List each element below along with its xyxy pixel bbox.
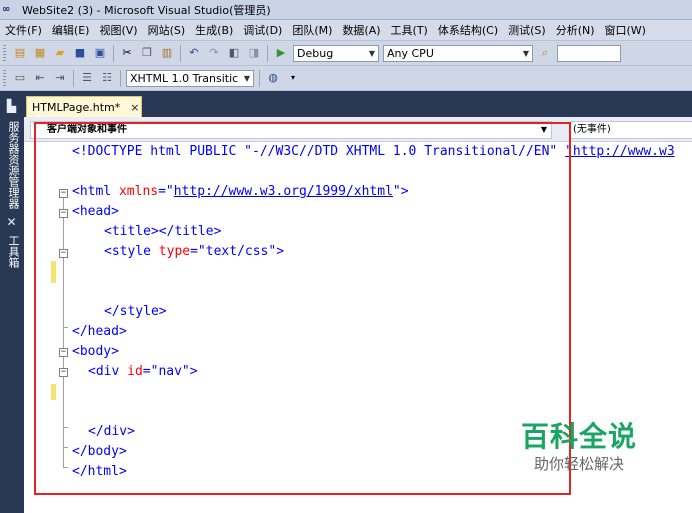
- toolbox-icon[interactable]: ✕: [4, 215, 19, 229]
- copy-icon[interactable]: ❐: [139, 45, 155, 61]
- menu-data[interactable]: 数据(A): [337, 22, 385, 38]
- watermark: 百科全说 助你轻松解决: [515, 420, 643, 474]
- window-title: WebSite2 (3) - Microsoft Visual Studio(管…: [22, 3, 271, 17]
- add-item-icon[interactable]: ▦: [32, 45, 48, 61]
- menu-analyze[interactable]: 分析(N): [551, 22, 600, 38]
- menu-debug[interactable]: 调试(D): [238, 22, 287, 38]
- menu-window[interactable]: 窗口(W): [600, 22, 651, 38]
- menu-build[interactable]: 生成(B): [190, 22, 238, 38]
- html-source-toolbar: ▭ ⇤ ⇥ ☰ ☷ XHTML 1.0 Transitic ▼ ◍ ▾: [0, 66, 692, 91]
- menu-test[interactable]: 测试(S): [503, 22, 551, 38]
- toolbox-tab[interactable]: 工具箱: [5, 231, 20, 271]
- new-project-icon[interactable]: ▤: [12, 45, 28, 61]
- menu-team[interactable]: 团队(M): [287, 22, 337, 38]
- watermark-subtitle: 助你轻松解决: [533, 455, 624, 473]
- find-in-files-icon[interactable]: ⌕: [537, 45, 553, 61]
- toolbar-separator: [120, 69, 121, 87]
- toolbar-separator: [267, 44, 268, 62]
- navigate-forward-icon[interactable]: ◨: [246, 45, 262, 61]
- validation-schema-select[interactable]: XHTML 1.0 Transitic ▼: [126, 69, 254, 87]
- cut-icon[interactable]: ✂: [119, 45, 135, 61]
- events-value: (无事件): [573, 124, 611, 135]
- highlight-rectangle: [34, 122, 571, 495]
- uncomment-icon[interactable]: ☷: [99, 70, 115, 86]
- menu-tools[interactable]: 工具(T): [386, 22, 433, 38]
- save-all-icon[interactable]: ▣: [92, 45, 108, 61]
- check-accessibility-icon[interactable]: ◍: [265, 70, 281, 86]
- solution-configuration-select[interactable]: Debug ▼: [293, 44, 379, 62]
- toolbar-grip[interactable]: [3, 44, 6, 62]
- menu-edit[interactable]: 编辑(E): [47, 22, 95, 38]
- menu-bar: 文件(F) 编辑(E) 视图(V) 网站(S) 生成(B) 调试(D) 团队(M…: [0, 20, 692, 41]
- comment-icon[interactable]: ☰: [79, 70, 95, 86]
- solution-platform-select[interactable]: Any CPU ▼: [383, 44, 533, 62]
- format-selection-icon[interactable]: ▭: [12, 70, 28, 86]
- decrease-indent-icon[interactable]: ⇤: [32, 70, 48, 86]
- redo-icon[interactable]: ↷: [206, 45, 222, 61]
- toolbar-grip[interactable]: [3, 69, 6, 87]
- paste-icon[interactable]: ▥: [159, 45, 175, 61]
- open-file-icon[interactable]: ▰: [52, 45, 68, 61]
- tab-htmlpage[interactable]: HTMLPage.htm* ×: [26, 96, 142, 117]
- doctype-url[interactable]: "http://www.w3: [565, 144, 675, 159]
- left-dock-sidebar: ▙ 服务器资源管理器 ✕ 工具箱: [0, 91, 24, 513]
- toolbar-separator: [73, 69, 74, 87]
- increase-indent-icon[interactable]: ⇥: [52, 70, 68, 86]
- close-tab-icon[interactable]: ×: [130, 101, 139, 114]
- toolbar-separator: [259, 69, 260, 87]
- chevron-down-icon: ▼: [522, 48, 529, 58]
- events-select[interactable]: (无事件): [570, 121, 692, 139]
- find-input[interactable]: [557, 44, 621, 62]
- toolbar-separator: [113, 44, 114, 62]
- document-tab-strip: HTMLPage.htm* ×: [24, 91, 692, 117]
- solution-configuration-value: Debug: [297, 46, 334, 60]
- save-icon[interactable]: ■: [72, 45, 88, 61]
- navigate-backward-icon[interactable]: ◧: [226, 45, 242, 61]
- start-debugging-icon[interactable]: ▶: [273, 45, 289, 61]
- menu-file[interactable]: 文件(F): [0, 22, 47, 38]
- visual-studio-logo-icon: ∞: [2, 3, 10, 15]
- chevron-down-icon: ▼: [243, 73, 250, 83]
- server-explorer-icon[interactable]: ▙: [4, 99, 19, 113]
- tab-label: HTMLPage.htm*: [32, 100, 121, 114]
- undo-icon[interactable]: ↶: [186, 45, 202, 61]
- menu-website[interactable]: 网站(S): [143, 22, 191, 38]
- title-bar: ∞ WebSite2 (3) - Microsoft Visual Studio…: [0, 0, 692, 20]
- toolbar-options-icon[interactable]: ▾: [285, 70, 301, 86]
- chevron-down-icon: ▼: [368, 48, 375, 58]
- validation-schema-value: XHTML 1.0 Transitic: [130, 71, 239, 85]
- solution-platform-value: Any CPU: [387, 46, 434, 60]
- server-explorer-tab[interactable]: 服务器资源管理器: [5, 115, 20, 215]
- menu-view[interactable]: 视图(V): [94, 22, 142, 38]
- toolbar-separator: [180, 44, 181, 62]
- standard-toolbar: ▤ ▦ ▰ ■ ▣ ✂ ❐ ▥ ↶ ↷ ◧ ◨ ▶ Debug ▼ Any CP…: [0, 41, 692, 66]
- watermark-title: 百科全说: [520, 420, 637, 453]
- menu-architecture[interactable]: 体系结构(C): [433, 22, 503, 38]
